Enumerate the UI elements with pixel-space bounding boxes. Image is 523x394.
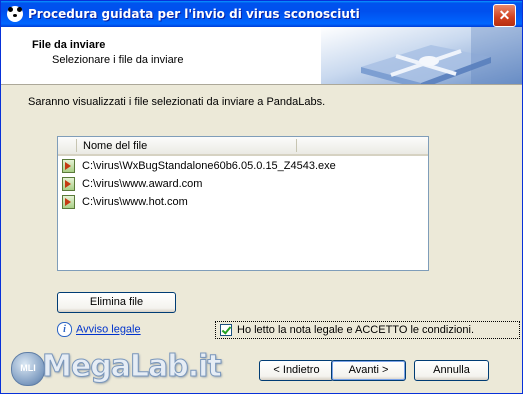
legal-notice-link-text[interactable]: Avviso legale (76, 324, 141, 336)
watermark-text: MegaLab.it (42, 349, 223, 385)
list-item[interactable]: C:\virus\www.hot.com (60, 194, 420, 210)
watermark-logo: MLI MegaLab.it (9, 346, 222, 390)
next-button[interactable]: Avanti > (331, 360, 406, 381)
file-name: C:\virus\www.hot.com (82, 196, 188, 208)
remove-file-button[interactable]: Elimina file (57, 292, 176, 313)
file-submit-icon (62, 195, 75, 209)
list-item[interactable]: C:\virus\www.award.com (60, 176, 420, 192)
info-icon: i (57, 322, 72, 337)
title-bar[interactable]: Procedura guidata per l'invio di virus s… (1, 1, 522, 27)
wizard-window: Procedura guidata per l'invio di virus s… (0, 0, 523, 394)
accept-terms-label[interactable]: Ho letto la nota legale e ACCETTO le con… (237, 324, 474, 336)
panda-icon (7, 6, 23, 22)
cancel-button[interactable]: Annulla (414, 360, 489, 381)
wizard-header: File da inviare Selezionare i file da in… (1, 27, 522, 85)
file-name: C:\virus\www.award.com (82, 178, 203, 190)
file-submit-icon (62, 177, 75, 191)
back-button[interactable]: < Indietro (259, 360, 334, 381)
window-title: Procedura guidata per l'invio di virus s… (28, 7, 360, 21)
close-button[interactable]: ✕ (493, 4, 516, 27)
intro-text: Saranno visualizzati i file selezionati … (28, 96, 326, 108)
file-name: C:\virus\WxBugStandalone60b6.05.0.15_Z45… (82, 160, 336, 172)
page-title: File da inviare (32, 39, 106, 51)
accept-terms-checkbox-container[interactable]: Ho letto la nota legale e ACCETTO le con… (215, 321, 520, 339)
list-item[interactable]: C:\virus\WxBugStandalone60b6.05.0.15_Z45… (60, 158, 420, 174)
file-list-header: Nome del file (58, 137, 428, 156)
file-submit-icon (62, 159, 75, 173)
legal-notice-link[interactable]: i Avviso legale (57, 322, 141, 337)
column-header-filename[interactable]: Nome del file (83, 140, 147, 152)
header-banner-image (321, 27, 522, 84)
file-list[interactable]: Nome del file C:\virus\WxBugStandalone60… (57, 136, 429, 271)
watermark-badge-text: MLI (20, 363, 36, 373)
accept-terms-checkbox[interactable] (220, 324, 232, 336)
page-subtitle: Selezionare i file da inviare (52, 54, 184, 66)
